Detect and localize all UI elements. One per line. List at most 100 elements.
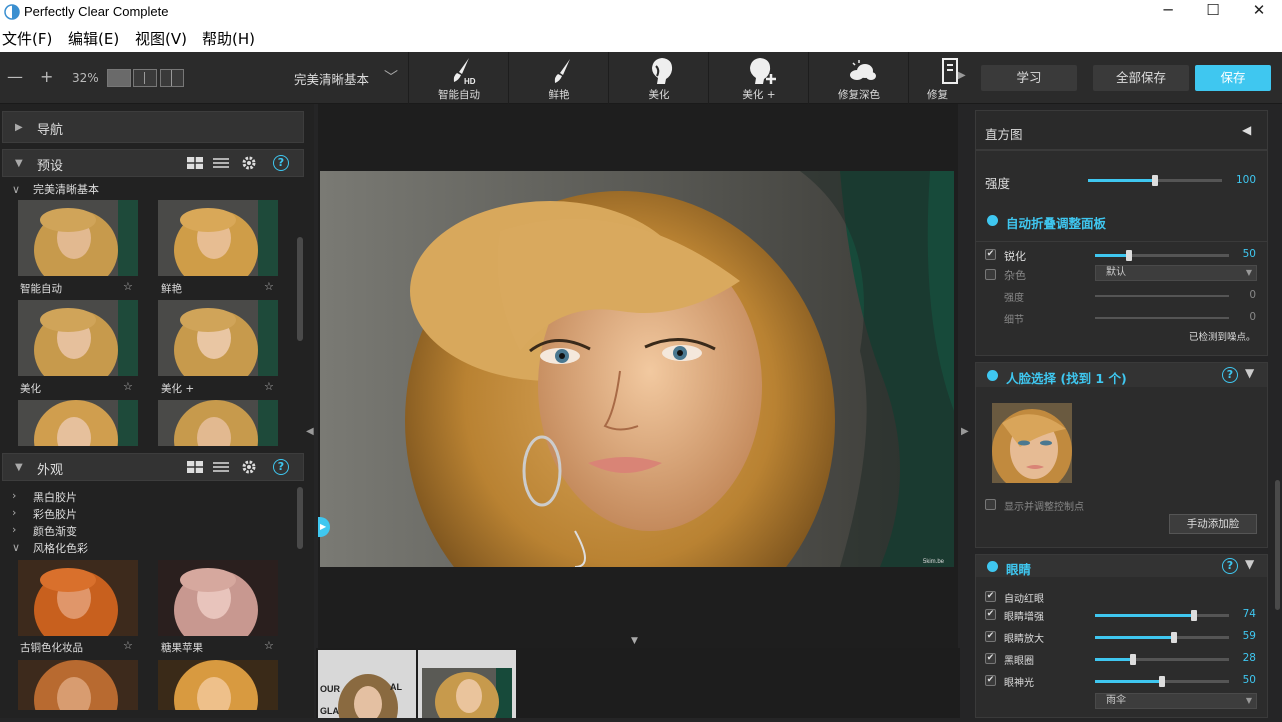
star-icon[interactable]: ☆ (264, 639, 274, 652)
menu-view[interactable]: 视图(V) (135, 28, 187, 49)
save-button[interactable]: 保存 (1195, 65, 1271, 91)
collapse-down-icon[interactable]: ▼ (1245, 366, 1254, 380)
noise-select[interactable]: 默认 ▼ (1095, 265, 1257, 281)
star-icon[interactable]: ☆ (123, 639, 133, 652)
help-icon[interactable]: ? (1222, 558, 1238, 574)
sharpen-slider[interactable] (1095, 250, 1229, 261)
detected-face-thumbnail[interactable] (992, 403, 1072, 483)
list-view-icon[interactable] (213, 157, 229, 169)
tool-beautify[interactable]: 美化 (608, 52, 708, 104)
looks-scrollbar[interactable] (297, 487, 303, 549)
star-icon[interactable]: ☆ (264, 380, 274, 393)
tool-smart-auto[interactable]: HD 智能自动 (408, 52, 508, 104)
gear-icon[interactable] (241, 155, 257, 171)
looks-group-label[interactable]: 颜色渐变 (33, 523, 77, 539)
filmstrip-thumbnail[interactable]: OUR GLA AL (318, 650, 416, 718)
expand-right-icon: ▶ (15, 122, 23, 133)
preset-thumbnail[interactable] (18, 200, 138, 276)
menu-edit[interactable]: 编辑(E) (68, 28, 119, 49)
collapse-down-icon[interactable]: ▼ (1245, 557, 1254, 571)
navigation-section[interactable]: ▶ 导航 (2, 111, 304, 143)
noise-strength-slider[interactable] (1095, 295, 1229, 297)
star-icon[interactable]: ☆ (123, 380, 133, 393)
close-button[interactable]: ✕ (1236, 0, 1282, 26)
collapse-right-panel-icon[interactable]: ▶ (961, 426, 969, 437)
preset-label: 鲜艳 (161, 283, 182, 295)
eye-enhance-slider[interactable] (1095, 610, 1229, 621)
tool-beautify-plus[interactable]: 美化 + (708, 52, 808, 104)
dark-circles-value: 28 (1242, 652, 1256, 664)
tool-label: 鲜艳 (548, 89, 570, 101)
preset-thumbnail[interactable] (18, 400, 138, 446)
grid-view-icon[interactable] (187, 157, 203, 169)
noise-detail-slider[interactable] (1095, 317, 1229, 319)
strength-slider[interactable] (1088, 175, 1222, 186)
catchlight-checkbox[interactable]: ✔ (985, 675, 996, 686)
catchlight-select[interactable]: 雨伞 ▼ (1095, 693, 1257, 709)
star-icon[interactable]: ☆ (264, 280, 274, 293)
presets-section-header[interactable]: ▼ 预设 ? (2, 149, 304, 177)
look-thumbnail[interactable] (158, 660, 278, 710)
zoom-out-button[interactable]: — (7, 67, 23, 86)
catchlight-slider[interactable] (1095, 676, 1229, 687)
zoom-in-button[interactable]: + (40, 67, 53, 86)
auto-collapse-label[interactable]: 自动折叠调整面板 (1006, 213, 1106, 232)
filmstrip-thumbnail-selected[interactable] (418, 650, 516, 722)
tool-vivid[interactable]: 鲜艳 (508, 52, 608, 104)
help-icon[interactable]: ? (273, 155, 289, 171)
save-all-button[interactable]: 全部保存 (1093, 65, 1189, 91)
looks-section-header[interactable]: ▼ 外观 ? (2, 453, 304, 481)
eyes-title[interactable]: 眼睛 (1006, 559, 1031, 578)
look-thumbnail[interactable] (158, 560, 278, 636)
looks-group-label[interactable]: 风格化色彩 (33, 540, 88, 556)
main-photo[interactable]: 5kim.be (320, 171, 954, 567)
right-panel-scrollbar[interactable] (1275, 480, 1280, 610)
presets-group-label[interactable]: 完美清晰基本 (33, 181, 99, 197)
side-by-side-view-button[interactable] (133, 69, 157, 87)
expand-filmstrip-icon[interactable]: ▼ (631, 636, 638, 646)
presets-scrollbar[interactable] (297, 237, 303, 341)
catchlight-value: 50 (1242, 674, 1256, 686)
preset-thumbnail[interactable] (158, 200, 278, 276)
noise-checkbox[interactable] (985, 269, 996, 280)
preset-thumbnail[interactable] (158, 400, 278, 446)
grid-view-icon[interactable] (187, 461, 203, 473)
tool-fix-dark[interactable]: 修复深色 (808, 52, 908, 104)
collapse-left-icon[interactable]: ◀ (1242, 123, 1251, 137)
eye-enlarge-checkbox[interactable]: ✔ (985, 631, 996, 642)
sharpen-checkbox[interactable]: ✔ (985, 249, 996, 260)
menu-file[interactable]: 文件(F) (2, 28, 52, 49)
help-icon[interactable]: ? (273, 459, 289, 475)
eye-enlarge-slider[interactable] (1095, 632, 1229, 643)
look-thumbnail[interactable] (18, 560, 138, 636)
show-control-points-checkbox[interactable] (985, 499, 996, 510)
tool-scroll-right-icon[interactable]: ▶ (958, 70, 966, 81)
help-icon[interactable]: ? (1222, 367, 1238, 383)
star-icon[interactable]: ☆ (123, 280, 133, 293)
tool-fix[interactable]: 修复 (908, 52, 958, 104)
list-view-icon[interactable] (213, 461, 229, 473)
looks-group-label[interactable]: 彩色胶片 (33, 506, 77, 522)
preset-dropdown[interactable]: 完美清晰基本 ﹀ (294, 69, 398, 88)
minimize-button[interactable]: ─ (1145, 0, 1191, 26)
dark-circles-label: 黑眼圈 (1004, 656, 1034, 667)
maximize-button[interactable]: ☐ (1190, 0, 1236, 26)
learn-button[interactable]: 学习 (981, 65, 1077, 91)
histogram-header[interactable]: 直方图 ◀ (975, 110, 1268, 150)
preset-thumbnail[interactable] (18, 300, 138, 376)
looks-group-label[interactable]: 黑白胶片 (33, 489, 77, 505)
dark-circles-checkbox[interactable]: ✔ (985, 653, 996, 664)
red-eye-checkbox[interactable]: ✔ (985, 591, 996, 602)
single-view-button[interactable] (107, 69, 131, 87)
add-face-manually-button[interactable]: 手动添加脸 (1169, 514, 1257, 534)
face-selection-title[interactable]: 人脸选择 (找到 1 个) (1006, 368, 1127, 387)
gear-icon[interactable] (241, 459, 257, 475)
split-view-button[interactable] (160, 69, 184, 87)
collapse-left-panel-icon[interactable]: ◀ (306, 426, 314, 437)
menu-help[interactable]: 帮助(H) (202, 28, 255, 49)
look-thumbnail[interactable] (18, 660, 138, 710)
dark-circles-slider[interactable] (1095, 654, 1229, 665)
chevron-right-icon: › (12, 489, 17, 502)
eye-enhance-checkbox[interactable]: ✔ (985, 609, 996, 620)
preset-thumbnail[interactable] (158, 300, 278, 376)
